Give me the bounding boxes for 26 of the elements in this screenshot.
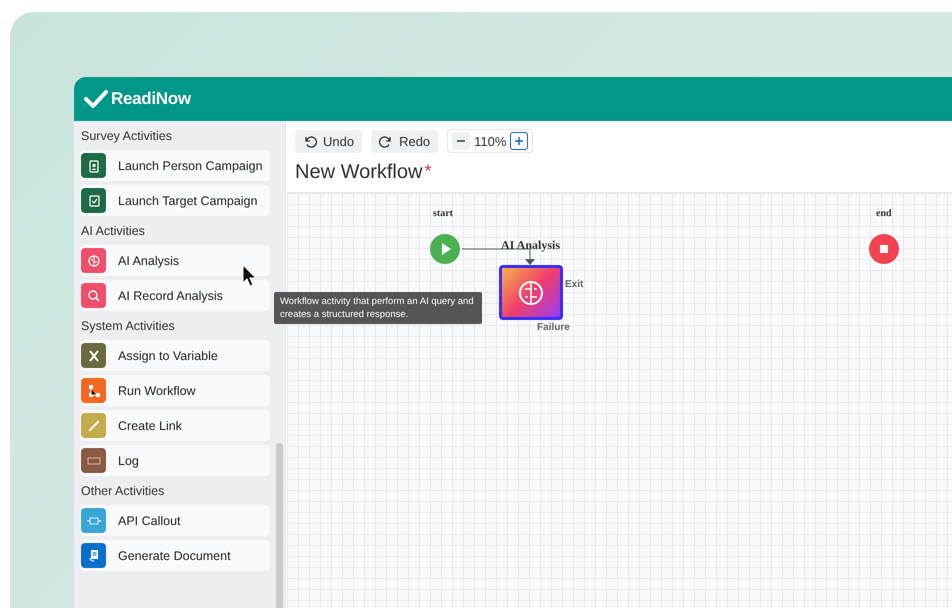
node-label: end [876,208,892,219]
failure-port-label: Failure [537,322,570,333]
unsaved-asterisk: * [424,161,432,182]
tooltip: Workflow activity that perform an AI query and creates a structured response. [274,292,482,324]
activity-item[interactable]: Run Workflow [80,375,270,406]
node-label: AI Analysis [501,238,560,253]
zoom-level: 110% [474,134,506,148]
activity-item[interactable]: Generate Document [80,540,270,571]
activity-item[interactable]: Launch Person Campaign [80,150,270,181]
section-heading: System Activities [80,318,176,335]
activity-item[interactable]: Log [80,445,270,476]
workflow-title: New Workflow [295,161,422,184]
logo-text: ReadiNow [111,89,191,109]
activity-item[interactable]: Create Link [80,410,270,441]
node-label: start [433,208,453,219]
exit-port-label: Exit [565,279,584,290]
section-heading: Survey Activities [80,128,174,145]
activity-item[interactable]: API Callout [80,505,270,536]
activity-item[interactable]: Assign to Variable [80,340,270,371]
section-heading: AI Activities [80,223,146,240]
undo-button[interactable]: Undo [295,130,362,152]
activity-item[interactable]: Launch Target Campaign [80,185,270,216]
redo-button[interactable]: Redo [371,130,438,152]
activity-item[interactable]: AI Analysis [80,245,270,276]
section-heading: Other Activities [80,483,166,500]
activity-item[interactable]: AI Record Analysis [80,280,270,311]
